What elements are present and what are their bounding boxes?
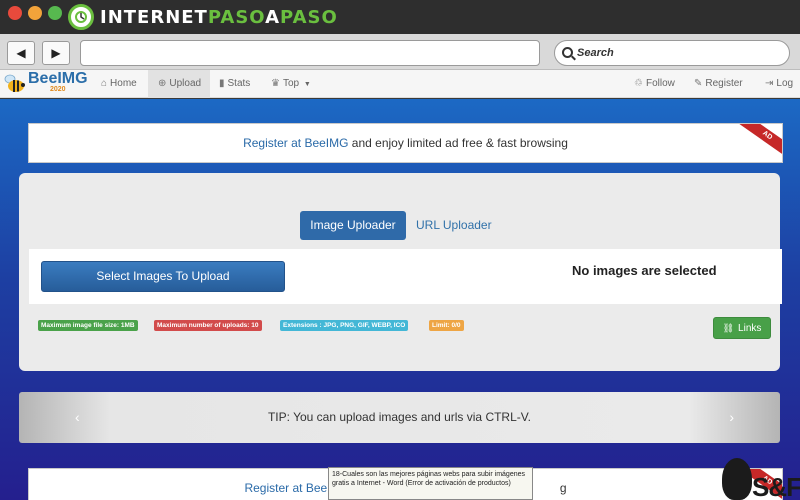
badge-extensions: Extensions : JPG, PNG, GIF, WEBP, ICO xyxy=(280,320,409,331)
ad-register-link[interactable]: Register at BeeIMG xyxy=(243,136,348,150)
tip-carousel: ‹ TIP: You can upload images and urls vi… xyxy=(19,392,780,443)
caret-down-icon: ▼ xyxy=(303,81,311,88)
nav-follow-label: Follow xyxy=(645,78,675,89)
select-images-button[interactable]: Select Images To Upload xyxy=(41,261,285,292)
logo-year: 2020 xyxy=(50,86,66,93)
site-logo[interactable]: BeeIMG 2020 xyxy=(2,70,94,98)
nav-stats-label: Stats xyxy=(227,78,251,89)
links-button-label: Links xyxy=(738,323,762,334)
no-images-status: No images are selected xyxy=(572,263,717,278)
window-titlebar: INTERNETPASOAPASO xyxy=(0,0,800,34)
register-icon: ✎ xyxy=(694,78,703,89)
nav-upload[interactable]: ⊕ Upload xyxy=(148,70,210,98)
login-icon: ⇥ xyxy=(765,78,774,89)
taskbar-tooltip: 18-Cuales son las mejores páginas webs p… xyxy=(328,467,533,500)
trophy-icon: ♛ xyxy=(271,78,280,89)
nav-stats[interactable]: ▮ Stats xyxy=(219,70,259,98)
page-content: Register at BeeIMG and enjoy limited ad … xyxy=(0,99,800,500)
nav-home[interactable]: ⌂ Home xyxy=(101,70,147,98)
tab-url-uploader[interactable]: URL Uploader xyxy=(416,211,492,240)
nav-follow[interactable]: ♲ Follow xyxy=(634,70,684,98)
watermark-logo-icon xyxy=(722,458,752,500)
nav-top-label: Top xyxy=(282,78,300,89)
nav-register[interactable]: ✎ Register xyxy=(694,70,750,98)
brand-logo-icon xyxy=(68,4,94,30)
thumbs-up-icon: ♲ xyxy=(634,78,643,89)
brand-watermark: INTERNETPASOAPASO xyxy=(68,4,338,30)
ad-ribbon: AD xyxy=(734,124,782,161)
link-icon: ⛓ xyxy=(722,323,735,333)
back-button[interactable]: ◀ xyxy=(7,41,35,65)
nav-home-label: Home xyxy=(110,78,137,89)
bee-icon xyxy=(4,74,25,92)
upload-icon: ⊕ xyxy=(158,78,167,89)
search-placeholder: Search xyxy=(577,47,614,59)
nav-login-label: Log xyxy=(776,78,794,89)
badge-max-size: Maximum image file size: 1MB xyxy=(38,320,138,331)
back-arrow-icon: ◀ xyxy=(16,46,26,60)
minimize-window-button[interactable] xyxy=(28,6,42,20)
badge-limit: Limit: 0/0 xyxy=(429,320,464,331)
forward-button[interactable]: ▶ xyxy=(42,41,70,65)
site-navbar: BeeIMG 2020 ⌂ Home ⊕ Upload ▮ Stats ♛ Top ▼ … xyxy=(0,70,800,98)
upload-area: Select Images To Upload No images are se… xyxy=(29,249,782,304)
nav-register-label: Register xyxy=(705,78,743,89)
tab-image-uploader[interactable]: Image Uploader xyxy=(300,211,406,240)
brand-text: INTERNETPASOAPASO xyxy=(100,6,338,28)
links-button[interactable]: ⛓ Links xyxy=(713,317,771,339)
badge-max-uploads: Maximum number of uploads: 10 xyxy=(154,320,262,331)
browser-toolbar: ◀ ▶ Search xyxy=(0,34,800,70)
corner-watermark: S&F xyxy=(722,458,800,500)
address-bar[interactable] xyxy=(80,40,540,66)
carousel-next-icon[interactable]: › xyxy=(729,392,734,442)
ad-banner-top[interactable]: Register at BeeIMG and enjoy limited ad … xyxy=(28,123,783,163)
nav-upload-label: Upload xyxy=(169,78,202,89)
stats-icon: ▮ xyxy=(219,78,225,89)
tip-text: TIP: You can upload images and urls via … xyxy=(267,410,532,424)
home-icon: ⌂ xyxy=(101,78,108,89)
watermark-text: S&F xyxy=(752,472,800,500)
search-icon xyxy=(562,47,573,58)
nav-login[interactable]: ⇥ Log xyxy=(765,70,800,98)
maximize-window-button[interactable] xyxy=(48,6,62,20)
upload-panel: Image Uploader URL Uploader Select Image… xyxy=(19,173,782,371)
forward-arrow-icon: ▶ xyxy=(51,46,61,60)
ad-text: and enjoy limited ad free & fast browsin… xyxy=(348,136,568,150)
carousel-prev-icon[interactable]: ‹ xyxy=(75,392,80,442)
search-input[interactable]: Search xyxy=(554,40,790,66)
nav-top-dropdown[interactable]: ♛ Top ▼ xyxy=(271,70,313,98)
close-window-button[interactable] xyxy=(8,6,22,20)
